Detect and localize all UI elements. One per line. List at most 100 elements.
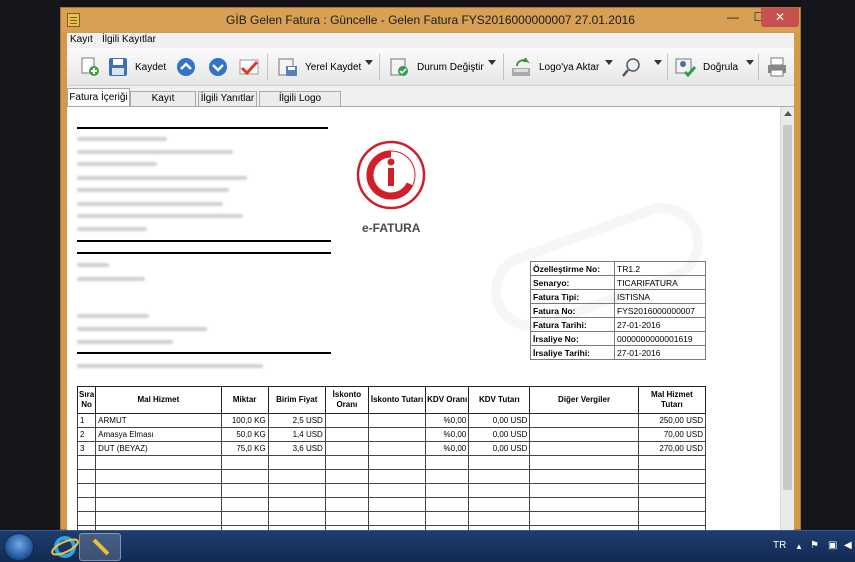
blurred-text [77, 188, 229, 192]
network-icon[interactable]: ▣ [828, 540, 837, 551]
items-column-header: Diğer Vergiler [529, 386, 639, 414]
transfer-to-logo-button[interactable]: Logo'ya Aktar [511, 53, 599, 81]
table-cell [220, 511, 269, 526]
volume-icon[interactable]: ◀ [844, 540, 852, 551]
approve-button[interactable] [238, 53, 260, 81]
desktop-background-right [801, 0, 855, 530]
toolbar-separator [667, 54, 668, 80]
items-column-header: KDV Oranı [425, 386, 470, 414]
table-cell [267, 483, 326, 498]
table-cell [367, 483, 427, 498]
table-cell: %0,00 [425, 427, 470, 442]
table-cell [529, 441, 639, 456]
info-value: FYS2016000000007 [614, 303, 706, 318]
verify-button[interactable]: Doğrula [675, 53, 738, 81]
table-cell [324, 413, 369, 428]
table-cell: 3 [76, 441, 97, 456]
table-cell: Amasya Elması [95, 427, 222, 442]
local-save-label: Yerel Kaydet [305, 61, 362, 73]
items-column-header: Birim Fiyat [267, 386, 326, 414]
taskbar-logo-app[interactable] [79, 533, 121, 561]
invoice-items-table: Sıra No Mal Hizmet Miktar Birim Fiyat İskont… [76, 386, 707, 531]
table-cell [324, 511, 369, 526]
scroll-thumb[interactable] [783, 125, 792, 490]
table-cell: 3,6 USD [267, 441, 326, 456]
new-button[interactable] [79, 53, 101, 81]
search-dropdown-icon[interactable] [654, 60, 662, 65]
change-status-dropdown-icon[interactable] [488, 60, 496, 65]
table-cell [324, 427, 369, 442]
tray-expand-icon[interactable]: ▲ [795, 542, 803, 551]
items-column-header: Mal Hizmet [95, 386, 222, 414]
toolbar-separator [379, 54, 380, 80]
vertical-scrollbar[interactable] [780, 107, 794, 531]
move-down-button[interactable] [207, 53, 229, 81]
tab-ilgili-yanitlar[interactable]: İlgili Yanıtlar [198, 91, 257, 107]
local-save-dropdown-icon[interactable] [365, 60, 373, 65]
title-bar[interactable]: GİB Gelen Fatura : Güncelle - Gelen Fatu… [61, 8, 800, 32]
change-status-button[interactable]: Durum Değiştir [389, 53, 484, 81]
change-status-label: Durum Değiştir [417, 61, 484, 73]
preview-search-button[interactable] [621, 53, 643, 81]
table-cell: ARMUT [95, 413, 222, 428]
verify-dropdown-icon[interactable] [746, 60, 754, 65]
transfer-dropdown-icon[interactable] [605, 60, 613, 65]
table-cell: 250,00 USD [637, 413, 707, 428]
table-cell: 0,00 USD [468, 413, 531, 428]
separator-line [77, 127, 328, 129]
invoice-viewer[interactable]: e-FATURA Özelleştirme No: TR1.2 Senaryo: TI… [67, 106, 794, 531]
verify-label: Doğrula [703, 61, 739, 73]
table-cell: 270,00 USD [637, 441, 707, 456]
move-up-button[interactable] [175, 53, 197, 81]
menu-kayit[interactable]: Kayıt [70, 34, 93, 45]
efatura-title: e-FATURA [362, 221, 421, 235]
tab-ilgili-logo-faturasi[interactable]: İlgili Logo Faturası [259, 91, 341, 118]
table-cell [267, 455, 326, 470]
table-cell [367, 413, 427, 428]
gib-logo [356, 140, 426, 210]
language-indicator[interactable]: TR [773, 540, 786, 551]
minimize-button[interactable]: — [720, 8, 746, 27]
local-save-button[interactable]: Yerel Kaydet [277, 53, 361, 81]
tab-kayit-detaylari[interactable]: Kayıt Detayları [130, 91, 196, 118]
pencil-tool-icon [88, 534, 110, 556]
items-header-row: Sıra No Mal Hizmet Miktar Birim Fiyat İskont… [76, 386, 707, 414]
table-cell [468, 497, 531, 512]
scroll-up-icon[interactable] [784, 111, 792, 116]
table-cell [529, 497, 639, 512]
menu-ilgili-kayitlar[interactable]: İlgili Kayıtlar [102, 34, 156, 45]
table-cell [324, 455, 369, 470]
info-value: 27-01-2016 [614, 317, 706, 332]
start-button[interactable] [4, 533, 34, 561]
items-column-header: Mal Hizmet Tutarı [637, 386, 707, 414]
transfer-icon [511, 56, 533, 78]
table-cell [425, 469, 470, 484]
info-value: 27-01-2016 [614, 345, 706, 360]
table-cell: 0,00 USD [468, 441, 531, 456]
table-cell: 1,4 USD [267, 427, 326, 442]
table-cell [267, 511, 326, 526]
table-cell [425, 455, 470, 470]
table-row [76, 511, 707, 526]
info-key: Senaryo: [530, 275, 615, 290]
tab-fatura-icerigi[interactable]: Fatura İçeriği [67, 88, 130, 107]
save-button[interactable]: Kaydet [107, 53, 166, 81]
table-cell [267, 469, 326, 484]
table-cell [637, 483, 707, 498]
blurred-text [77, 263, 109, 267]
table-cell [637, 469, 707, 484]
table-cell [529, 511, 639, 526]
table-cell [220, 455, 269, 470]
print-button[interactable] [766, 53, 788, 81]
table-cell [95, 511, 222, 526]
table-row: 1 ARMUT 100,0 KG 2,5 USD %0,00 0,00 USD 250,00… [76, 413, 707, 428]
table-cell [529, 413, 639, 428]
table-cell [95, 483, 222, 498]
table-cell [468, 483, 531, 498]
close-button[interactable]: ✕ [761, 8, 799, 27]
table-cell [95, 455, 222, 470]
table-cell [367, 427, 427, 442]
blurred-text [77, 340, 173, 344]
action-center-flag-icon[interactable]: ⚑ [810, 540, 819, 551]
table-cell [367, 441, 427, 456]
